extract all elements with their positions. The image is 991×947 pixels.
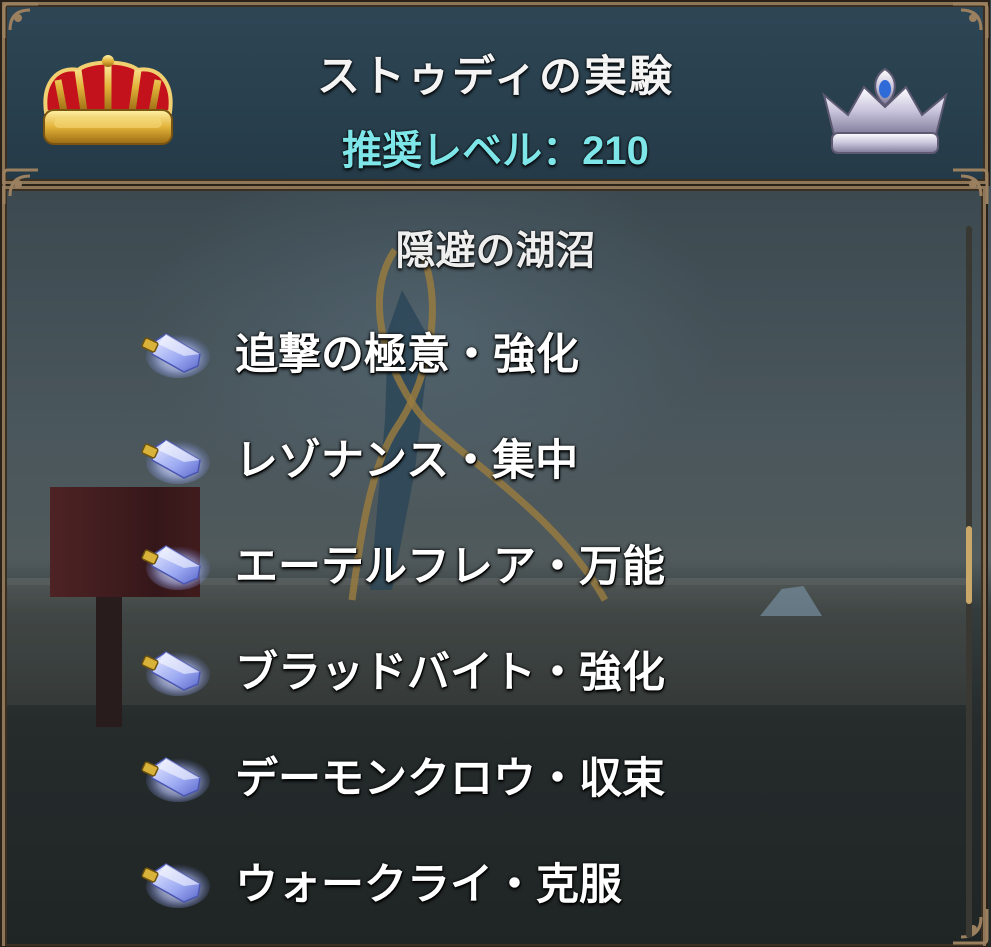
skill-label: ウォークライ・克服 (235, 860, 622, 910)
skill-label: ブラッドバイト・強化 (235, 648, 665, 698)
skill-label: エーテルフレア・万能 (235, 542, 665, 592)
list-item[interactable]: ブラッドバイト・強化 (140, 638, 840, 708)
list-item[interactable]: デーモンクロウ・収束 (140, 744, 840, 814)
blue-crystal-gem-icon (140, 644, 210, 698)
list-item[interactable]: 追撃の極意・強化 (140, 320, 840, 390)
skill-label: 追撃の極意・強化 (235, 330, 579, 380)
blue-crystal-gem-icon (140, 856, 210, 910)
scrollbar[interactable] (966, 226, 972, 938)
recommended-level-value: 210 (582, 129, 649, 173)
recommended-level: 推奨レベル：210 (0, 118, 991, 176)
blue-crystal-gem-icon (140, 538, 210, 592)
page-title: ストゥディの実験 (317, 52, 674, 102)
blue-crystal-gem-icon (140, 326, 210, 380)
list-item[interactable]: ウォークライ・克服 (140, 850, 840, 920)
recommended-level-label: 推奨レベル： (342, 128, 583, 174)
scrollbar-thumb[interactable] (966, 526, 972, 604)
dungeon-info-panel: ストゥディの実験 推奨レベル：210 隠避の湖沼 追撃の極意・強化 レゾナンス・… (0, 0, 991, 947)
list-item[interactable]: エーテルフレア・万能 (140, 532, 840, 602)
skill-label: レゾナンス・集中 (235, 436, 579, 486)
blue-crystal-gem-icon (140, 432, 210, 486)
skill-label: デーモンクロウ・収束 (235, 754, 665, 804)
blue-crystal-gem-icon (140, 750, 210, 804)
section-title: 隠避の湖沼 (395, 228, 596, 274)
list-item[interactable]: レゾナンス・集中 (140, 426, 840, 496)
